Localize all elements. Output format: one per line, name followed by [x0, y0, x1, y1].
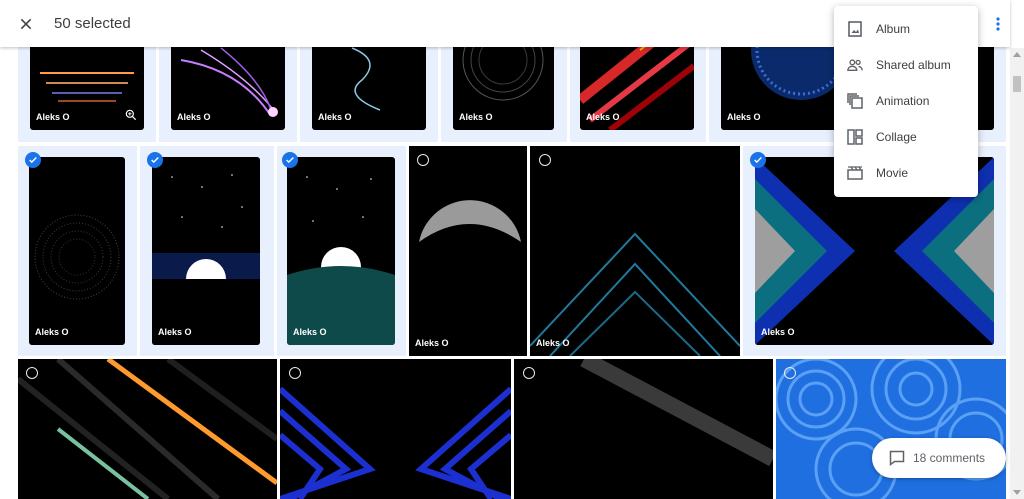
- menu-item-label: Album: [876, 22, 911, 36]
- photo-tile[interactable]: Aleks O: [530, 146, 740, 356]
- photo-image: [419, 200, 521, 242]
- selected-count: 50 selected: [54, 15, 131, 32]
- menu-item-movie[interactable]: Movie: [834, 155, 978, 191]
- select-circle[interactable]: [523, 367, 535, 379]
- selected-check-icon[interactable]: [282, 152, 298, 168]
- movie-icon: [847, 165, 863, 181]
- owner-label: Aleks O: [36, 112, 70, 122]
- comments-button[interactable]: 18 comments: [872, 438, 1006, 478]
- owner-label: Aleks O: [586, 112, 620, 122]
- photo-image: [34, 214, 120, 300]
- scroll-down-arrow-icon[interactable]: [1013, 490, 1021, 495]
- create-menu: Album Shared album Animation Collage Mov…: [834, 6, 978, 197]
- more-options-button[interactable]: [986, 12, 1010, 36]
- zoom-icon[interactable]: [124, 108, 138, 122]
- photo-tile[interactable]: [514, 359, 773, 499]
- photo-tile[interactable]: Aleks O: [277, 146, 406, 356]
- owner-label: Aleks O: [727, 112, 761, 122]
- owner-label: Aleks O: [35, 327, 69, 337]
- owner-label: Aleks O: [318, 112, 352, 122]
- photo-tile[interactable]: Aleks O: [409, 146, 527, 356]
- owner-label: Aleks O: [158, 327, 192, 337]
- more-vert-icon: [996, 17, 1000, 31]
- comment-icon: [889, 450, 905, 466]
- menu-item-shared-album[interactable]: Shared album: [834, 47, 978, 83]
- scroll-up-arrow-icon[interactable]: [1013, 52, 1021, 57]
- photo-tile[interactable]: [776, 359, 1006, 499]
- vertical-scrollbar[interactable]: [1010, 48, 1024, 499]
- photo-tile[interactable]: Aleks O: [18, 146, 137, 356]
- select-circle[interactable]: [784, 367, 796, 379]
- owner-label: Aleks O: [293, 327, 327, 337]
- owner-label: Aleks O: [536, 338, 570, 348]
- menu-item-label: Shared album: [876, 58, 951, 72]
- menu-item-animation[interactable]: Animation: [834, 83, 978, 119]
- photo-image: [280, 386, 511, 499]
- menu-item-album[interactable]: Album: [834, 11, 978, 47]
- selected-check-icon[interactable]: [147, 152, 163, 168]
- selected-check-icon[interactable]: [25, 152, 41, 168]
- menu-item-label: Movie: [876, 166, 909, 180]
- photo-image: [530, 232, 740, 356]
- album-icon: [847, 21, 863, 37]
- photo-image: [152, 174, 260, 345]
- menu-item-collage[interactable]: Collage: [834, 119, 978, 155]
- photo-tile[interactable]: [280, 359, 511, 499]
- photo-image: [18, 359, 277, 499]
- select-circle[interactable]: [289, 367, 301, 379]
- selected-check-icon[interactable]: [750, 152, 766, 168]
- menu-item-label: Collage: [876, 130, 917, 144]
- collage-icon: [847, 129, 863, 145]
- shared-album-icon: [847, 57, 863, 73]
- owner-label: Aleks O: [761, 327, 795, 337]
- owner-label: Aleks O: [415, 338, 449, 348]
- close-selection-button[interactable]: [14, 12, 38, 36]
- photo-image: [580, 359, 773, 467]
- close-icon: [20, 18, 32, 30]
- select-circle[interactable]: [26, 367, 38, 379]
- select-circle[interactable]: [417, 154, 429, 166]
- comments-count: 18 comments: [913, 451, 986, 465]
- menu-item-label: Animation: [876, 94, 930, 108]
- photo-tile[interactable]: Aleks O: [140, 146, 274, 356]
- owner-label: Aleks O: [459, 112, 493, 122]
- scrollbar-thumb[interactable]: [1013, 76, 1021, 92]
- photo-image: [287, 176, 395, 345]
- animation-icon: [847, 93, 863, 109]
- select-circle[interactable]: [539, 154, 551, 166]
- photo-image: [776, 359, 1006, 499]
- photo-tile[interactable]: [18, 359, 277, 499]
- owner-label: Aleks O: [177, 112, 211, 122]
